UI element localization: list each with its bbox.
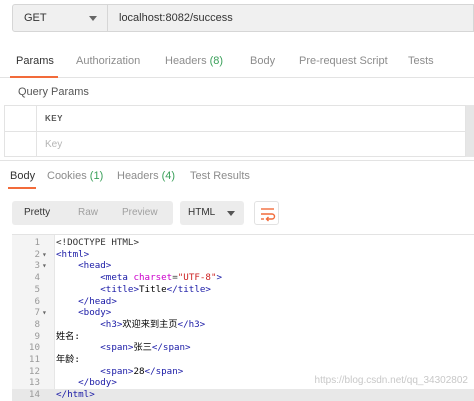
line-number: 8 — [34, 318, 40, 330]
code-line: 11 年龄: — [12, 354, 474, 366]
tab-label: Body — [250, 55, 276, 67]
line-number: 2 — [34, 248, 40, 260]
line-number: 14 — [28, 389, 40, 401]
key-input[interactable]: Key — [45, 139, 62, 150]
tab-response-body[interactable]: Body — [10, 170, 35, 182]
wrap-lines-icon — [261, 208, 276, 222]
line-number: 7 — [34, 307, 40, 319]
tab-count: (8) — [209, 55, 224, 67]
method-label: GET — [24, 12, 47, 24]
url-text: localhost:8082/success — [119, 12, 233, 24]
code-text: <body> — [78, 307, 112, 319]
format-select[interactable]: HTML — [180, 201, 244, 225]
line-number: 1 — [34, 237, 40, 248]
line-number: 5 — [34, 283, 40, 295]
params-table: KEY Key — [4, 105, 466, 157]
view-mode-group: Pretty Raw Preview — [12, 201, 173, 225]
method-select[interactable]: GET — [12, 4, 108, 32]
code-line: 1 <!DOCTYPE HTML> — [12, 237, 474, 249]
chevron-down-icon — [89, 16, 97, 21]
key-column-header: KEY — [45, 114, 63, 123]
pretty-button[interactable]: Pretty — [24, 207, 50, 218]
code-line: 8 <h3>欢迎来到主页</h3> — [12, 319, 474, 331]
raw-button[interactable]: Raw — [78, 207, 98, 218]
chevron-down-icon — [227, 211, 235, 216]
preview-button[interactable]: Preview — [122, 207, 158, 218]
tab-label: Params — [16, 55, 54, 67]
active-tab-indicator — [10, 76, 58, 78]
code-line: 5 <title>Title</title> — [12, 284, 474, 296]
line-number: 4 — [34, 272, 40, 284]
tab-response-headers[interactable]: Headers (4) — [117, 170, 175, 182]
tab-label: Test Results — [190, 170, 250, 182]
code-text: <meta charset="UTF-8"> — [100, 272, 223, 284]
response-tabs: Body Cookies (1) Headers (4) Test Result… — [0, 160, 474, 192]
tab-count: (4) — [161, 170, 176, 182]
code-line: 7 ▾ <body> — [12, 307, 474, 319]
code-text: <span>张三</span> — [100, 342, 191, 354]
fold-toggle-icon[interactable]: ▾ — [42, 249, 51, 261]
tab-label: Headers — [117, 170, 162, 182]
code-line: 4 <meta charset="UTF-8"> — [12, 272, 474, 284]
code-line: 2 ▾ <html> — [12, 249, 474, 261]
tab-authorization[interactable]: Authorization — [76, 55, 140, 67]
code-line: 6 </head> — [12, 296, 474, 308]
code-text: <!DOCTYPE HTML> — [56, 237, 139, 248]
code-text: <html> — [56, 248, 90, 260]
tab-label: Authorization — [76, 55, 141, 67]
code-text: <head> — [78, 260, 112, 272]
scrollbar[interactable] — [466, 105, 474, 157]
watermark: https://blog.csdn.net/qq_34302802 — [314, 375, 468, 386]
code-text: <span>28</span> — [100, 365, 184, 377]
code-text: 姓名: — [56, 330, 80, 342]
code-text: <h3>欢迎来到主页</h3> — [100, 318, 206, 330]
wrap-lines-button[interactable] — [254, 201, 279, 225]
code-text: </body> — [78, 377, 117, 389]
tab-label: Pre-request Script — [299, 55, 388, 67]
row-divider — [5, 131, 465, 132]
active-tab-indicator — [8, 187, 36, 189]
tab-params[interactable]: Params — [16, 55, 54, 67]
line-number: 6 — [34, 295, 40, 307]
fold-toggle-icon[interactable]: ▾ — [42, 307, 51, 319]
code-line: 10 <span>张三</span> — [12, 342, 474, 354]
code-line: 3 ▾ <head> — [12, 260, 474, 272]
line-number: 10 — [28, 342, 40, 354]
line-number: 9 — [34, 330, 40, 342]
tab-tests[interactable]: Tests — [408, 55, 434, 67]
column-divider — [36, 106, 37, 156]
tab-pre-request-script[interactable]: Pre-request Script — [299, 55, 388, 67]
url-input[interactable]: localhost:8082/success — [107, 4, 474, 32]
fold-toggle-icon[interactable]: ▾ — [42, 260, 51, 272]
tab-label: Tests — [408, 55, 434, 67]
code-line: 14 </html> — [12, 389, 474, 401]
tab-cookies[interactable]: Cookies (1) — [47, 170, 103, 182]
code-line: 9 姓名: — [12, 331, 474, 343]
query-params-title: Query Params — [18, 86, 89, 98]
code-text: </html> — [56, 389, 95, 401]
tab-headers[interactable]: Headers (8) — [165, 55, 223, 67]
tab-count: (1) — [89, 170, 104, 182]
tab-label: Body — [10, 170, 36, 182]
format-label: HTML — [188, 207, 216, 218]
line-number: 11 — [28, 354, 40, 365]
line-number: 12 — [28, 365, 40, 377]
code-text: </head> — [78, 295, 117, 307]
tab-label: Cookies — [47, 170, 90, 182]
code-text: 年龄: — [56, 354, 80, 365]
tab-test-results[interactable]: Test Results — [190, 170, 250, 182]
line-number: 3 — [34, 260, 40, 272]
request-tabs: Params Authorization Headers (8) Body Pr… — [0, 44, 474, 78]
code-text: <title>Title</title> — [100, 283, 211, 295]
tab-label: Headers — [165, 55, 210, 67]
line-number: 13 — [28, 377, 40, 389]
tab-body[interactable]: Body — [250, 55, 275, 67]
